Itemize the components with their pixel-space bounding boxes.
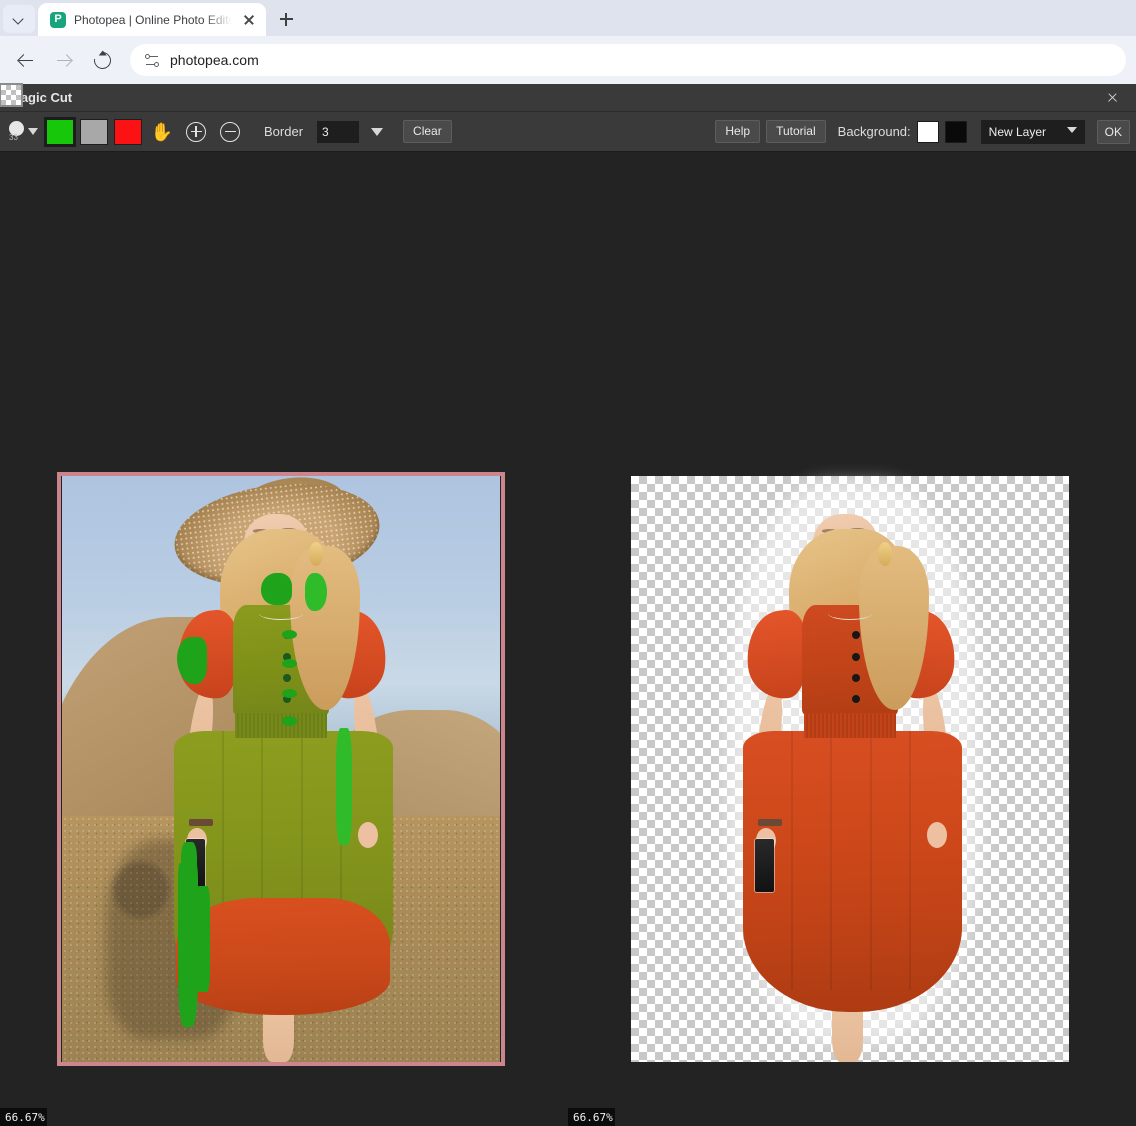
clear-button[interactable]: Clear bbox=[403, 119, 452, 144]
swatch-eraser-gray[interactable] bbox=[80, 118, 108, 145]
earring bbox=[309, 541, 324, 567]
waistband bbox=[804, 713, 896, 738]
hand-right bbox=[927, 821, 948, 848]
reload-icon bbox=[90, 48, 114, 72]
waistband bbox=[235, 713, 327, 738]
zoom-in-icon bbox=[186, 121, 206, 142]
model-figure-cutout bbox=[631, 476, 1069, 1062]
ok-button[interactable]: OK bbox=[1096, 119, 1130, 144]
dress-buttons bbox=[282, 631, 296, 713]
chevron-down-icon bbox=[14, 14, 24, 24]
new-tab-button[interactable] bbox=[272, 5, 300, 33]
back-button[interactable] bbox=[10, 44, 42, 76]
skirt-hem bbox=[175, 897, 391, 1016]
forward-button[interactable] bbox=[48, 44, 80, 76]
dress-buttons bbox=[851, 631, 865, 713]
output-target-select[interactable]: New Layer bbox=[980, 119, 1085, 144]
cutout-result bbox=[631, 476, 1069, 1062]
background-label: Background: bbox=[837, 124, 911, 139]
earring bbox=[878, 541, 893, 567]
browser-tab-strip: P Photopea | Online Photo Editor bbox=[0, 0, 1136, 36]
border-dropdown-icon[interactable] bbox=[371, 127, 384, 136]
site-settings-icon[interactable] bbox=[144, 52, 160, 68]
back-arrow-icon bbox=[18, 52, 34, 68]
close-icon[interactable] bbox=[240, 11, 258, 29]
magic-cut-toolbar: 33 ✋ Border 3 Clear Help Tutorial Backgr… bbox=[0, 83, 1136, 152]
dialog-close-icon[interactable] bbox=[1098, 85, 1126, 111]
help-button[interactable]: Help bbox=[715, 119, 761, 144]
background-option-black[interactable] bbox=[944, 120, 967, 143]
canvas-area[interactable]: 66.67% 66.67% bbox=[0, 236, 1136, 1126]
chevron-down-icon bbox=[28, 127, 38, 135]
background-option-white[interactable] bbox=[916, 120, 939, 143]
browser-toolbar: photopea.com bbox=[0, 36, 1136, 84]
hand-icon[interactable]: ✋ bbox=[148, 118, 176, 146]
skirt bbox=[742, 730, 962, 1013]
source-image-pane[interactable]: 66.67% bbox=[0, 472, 505, 1126]
photopea-favicon-icon: P bbox=[50, 11, 66, 28]
brush-size-value: 33 bbox=[9, 132, 18, 142]
bracelet bbox=[189, 818, 214, 827]
handheld-phone bbox=[754, 839, 774, 893]
background-option-transparent[interactable] bbox=[0, 83, 23, 107]
swatch-foreground-green[interactable] bbox=[44, 116, 76, 147]
address-bar-url: photopea.com bbox=[170, 52, 259, 68]
address-bar[interactable]: photopea.com bbox=[130, 44, 1126, 76]
zoom-level-right: 66.67% bbox=[568, 1108, 615, 1126]
forward-arrow-icon bbox=[56, 52, 72, 68]
hand-right bbox=[358, 821, 379, 848]
bracelet bbox=[758, 818, 783, 827]
magic-cut-dialog: Magic Cut 33 ✋ Border 3 Clear Help Tutor… bbox=[0, 83, 1136, 1126]
zoom-level-left: 66.67% bbox=[0, 1108, 47, 1126]
handheld-phone bbox=[185, 839, 205, 893]
swatch-background-red[interactable] bbox=[114, 118, 142, 145]
tab-search-button[interactable] bbox=[3, 5, 35, 33]
browser-tab-photopea[interactable]: P Photopea | Online Photo Editor bbox=[38, 3, 266, 36]
border-label: Border bbox=[264, 124, 304, 139]
tutorial-button[interactable]: Tutorial bbox=[766, 119, 826, 144]
dialog-title-bar: Magic Cut bbox=[0, 84, 1136, 112]
zoom-out-button[interactable] bbox=[216, 118, 244, 146]
source-photo bbox=[62, 476, 500, 1062]
border-input[interactable]: 3 bbox=[317, 120, 360, 143]
output-target-value: New Layer bbox=[988, 124, 1047, 139]
brush-size-selector[interactable]: 33 bbox=[6, 117, 40, 147]
zoom-in-button[interactable] bbox=[182, 118, 210, 146]
chevron-down-icon bbox=[1066, 126, 1077, 133]
tab-title: Photopea | Online Photo Editor bbox=[74, 12, 232, 27]
result-image-pane[interactable]: 66.67% bbox=[568, 476, 1069, 1126]
model-figure bbox=[62, 476, 500, 1062]
reload-button[interactable] bbox=[86, 44, 118, 76]
zoom-out-icon bbox=[220, 121, 240, 142]
